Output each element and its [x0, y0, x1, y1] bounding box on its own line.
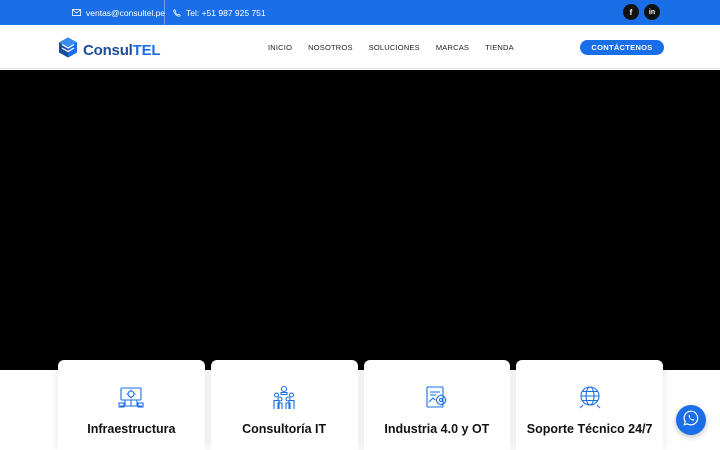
card-title: Consultoría IT	[242, 422, 327, 436]
nav-nosotros[interactable]: NOSOTROS	[308, 43, 353, 52]
card-title: Infraestructura	[87, 422, 176, 436]
logo[interactable]: ConsulTEL	[58, 37, 161, 63]
card-title: Soporte Técnico 24/7	[526, 422, 653, 436]
phone-link[interactable]: Tel: +51 987 925 751	[173, 0, 266, 25]
main-menu: INICIO NOSOTROS SOLUCIONES MARCAS TIENDA	[268, 25, 514, 69]
network-icon	[118, 384, 144, 410]
divider	[164, 0, 165, 25]
card-consultoria[interactable]: Consultoría IT	[210, 360, 358, 450]
logo-cube-icon	[58, 37, 78, 63]
nav-soluciones[interactable]: SOLUCIONES	[369, 43, 420, 52]
linkedin-icon[interactable]: in	[644, 4, 660, 20]
card-industria[interactable]: Industria 4.0 y OT	[363, 360, 511, 450]
automation-icon	[424, 384, 450, 410]
chat-button[interactable]	[676, 405, 706, 435]
phone-icon	[173, 8, 181, 17]
email-text: ventas@consultel.pe	[86, 7, 166, 18]
mail-icon	[72, 9, 81, 16]
whatsapp-icon	[683, 410, 699, 431]
card-soporte[interactable]: Soporte Técnico 24/7	[516, 360, 663, 450]
facebook-icon[interactable]: f	[623, 4, 639, 20]
service-cards: Infraestructura Consultoría IT Industria…	[58, 360, 663, 450]
globe-icon	[577, 384, 603, 410]
card-title: Industria 4.0 y OT	[384, 422, 490, 436]
nav-tienda[interactable]: TIENDA	[485, 43, 514, 52]
hero-video[interactable]	[0, 70, 720, 370]
nav-inicio[interactable]: INICIO	[268, 43, 292, 52]
contact-button[interactable]: CONTÁCTENOS	[580, 40, 664, 55]
phone-text: Tel: +51 987 925 751	[186, 7, 266, 18]
top-bar: ventas@consultel.pe Tel: +51 987 925 751…	[0, 0, 720, 25]
main-navbar: ConsulTEL INICIO NOSOTROS SOLUCIONES MAR…	[0, 25, 720, 69]
logo-text: ConsulTEL	[83, 41, 161, 59]
email-link[interactable]: ventas@consultel.pe	[72, 0, 165, 25]
card-infraestructura[interactable]: Infraestructura	[58, 360, 205, 450]
team-icon	[271, 384, 297, 410]
nav-marcas[interactable]: MARCAS	[436, 43, 469, 52]
